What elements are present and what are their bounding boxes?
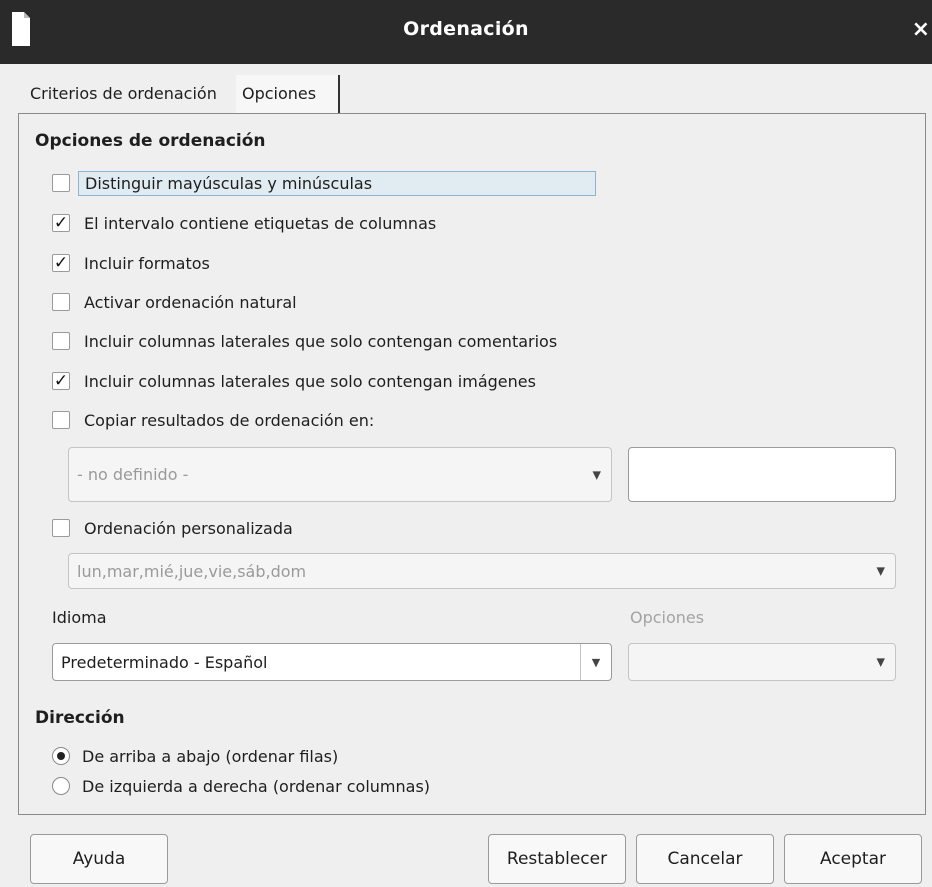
direction-rows-label: De arriba a abajo (ordenar filas)	[82, 746, 339, 766]
window-title: Ordenación	[403, 18, 529, 40]
direction-columns-radio[interactable]	[52, 777, 70, 795]
direction-columns-option[interactable]: De izquierda a derecha (ordenar columnas…	[52, 773, 430, 799]
include-formats-checkbox[interactable]: ✓	[52, 253, 70, 273]
close-icon[interactable]: ×	[912, 17, 930, 42]
copy-target-input[interactable]	[628, 447, 896, 502]
direction-rows-option[interactable]: De arriba a abajo (ordenar filas)	[52, 743, 338, 769]
column-labels-checkbox[interactable]: ✓	[52, 213, 70, 233]
include-images-option[interactable]: ✓ Incluir columnas laterales que solo co…	[52, 367, 536, 395]
help-button[interactable]: Ayuda	[30, 834, 168, 884]
natural-sort-checkbox[interactable]	[52, 293, 70, 311]
chevron-down-icon: ▼	[876, 564, 885, 578]
include-images-label: Incluir columnas laterales que solo cont…	[84, 371, 536, 391]
tab-criterios[interactable]: Criterios de ordenación	[24, 75, 240, 113]
natural-sort-label: Activar ordenación natural	[84, 292, 297, 312]
direction-columns-label: De izquierda a derecha (ordenar columnas…	[82, 776, 431, 796]
radio-dot	[57, 752, 65, 760]
include-comments-option[interactable]: Incluir columnas laterales que solo cont…	[52, 327, 557, 355]
custom-sort-option[interactable]: Ordenación personalizada	[52, 514, 293, 542]
copy-target-value: - no definido -	[77, 465, 189, 484]
custom-sort-value: lun,mar,mié,jue,vie,sáb,dom	[77, 561, 307, 581]
options-select[interactable]: ▼	[628, 643, 896, 681]
column-labels-option[interactable]: ✓ El intervalo contiene etiquetas de col…	[52, 209, 436, 237]
sort-options-heading: Opciones de ordenación	[35, 131, 266, 151]
chevron-down-icon: ▼	[876, 655, 885, 669]
copy-results-checkbox[interactable]	[52, 411, 70, 429]
options-label: Opciones	[630, 608, 705, 627]
chevron-down-icon: ▼	[592, 468, 601, 481]
include-images-checkbox[interactable]: ✓	[52, 371, 70, 391]
custom-sort-checkbox[interactable]	[52, 519, 70, 537]
custom-sort-select[interactable]: lun,mar,mié,jue,vie,sáb,dom ▼	[68, 553, 896, 589]
custom-sort-label: Ordenación personalizada	[84, 518, 293, 538]
reset-button[interactable]: Restablecer	[488, 834, 626, 884]
include-formats-option[interactable]: ✓ Incluir formatos	[52, 249, 210, 277]
case-sensitive-option[interactable]: Distinguir mayúsculas y minúsculas	[52, 169, 596, 197]
copy-results-label: Copiar resultados de ordenación en:	[84, 410, 375, 430]
column-labels-label: El intervalo contiene etiquetas de colum…	[84, 213, 437, 233]
direction-heading: Dirección	[35, 708, 125, 728]
case-sensitive-label: Distinguir mayúsculas y minúsculas	[78, 170, 596, 196]
language-select[interactable]: Predeterminado - Español ▼	[52, 643, 612, 681]
copy-results-option[interactable]: Copiar resultados de ordenación en:	[52, 406, 374, 434]
cancel-button[interactable]: Cancelar	[636, 834, 774, 884]
natural-sort-option[interactable]: Activar ordenación natural	[52, 288, 297, 316]
include-comments-checkbox[interactable]	[52, 332, 70, 350]
include-comments-label: Incluir columnas laterales que solo cont…	[84, 331, 558, 351]
copy-target-select[interactable]: - no definido - ▼	[68, 447, 612, 502]
direction-rows-radio[interactable]	[52, 747, 70, 765]
chevron-down-icon[interactable]: ▼	[580, 644, 611, 680]
language-label: Idioma	[52, 608, 107, 627]
title-bar: Ordenación ×	[0, 0, 932, 64]
tab-opciones[interactable]: Opciones	[236, 75, 340, 113]
include-formats-label: Incluir formatos	[84, 253, 210, 273]
case-sensitive-checkbox[interactable]	[52, 174, 70, 192]
ok-button[interactable]: Aceptar	[784, 834, 922, 884]
language-value: Predeterminado - Español	[61, 652, 268, 672]
